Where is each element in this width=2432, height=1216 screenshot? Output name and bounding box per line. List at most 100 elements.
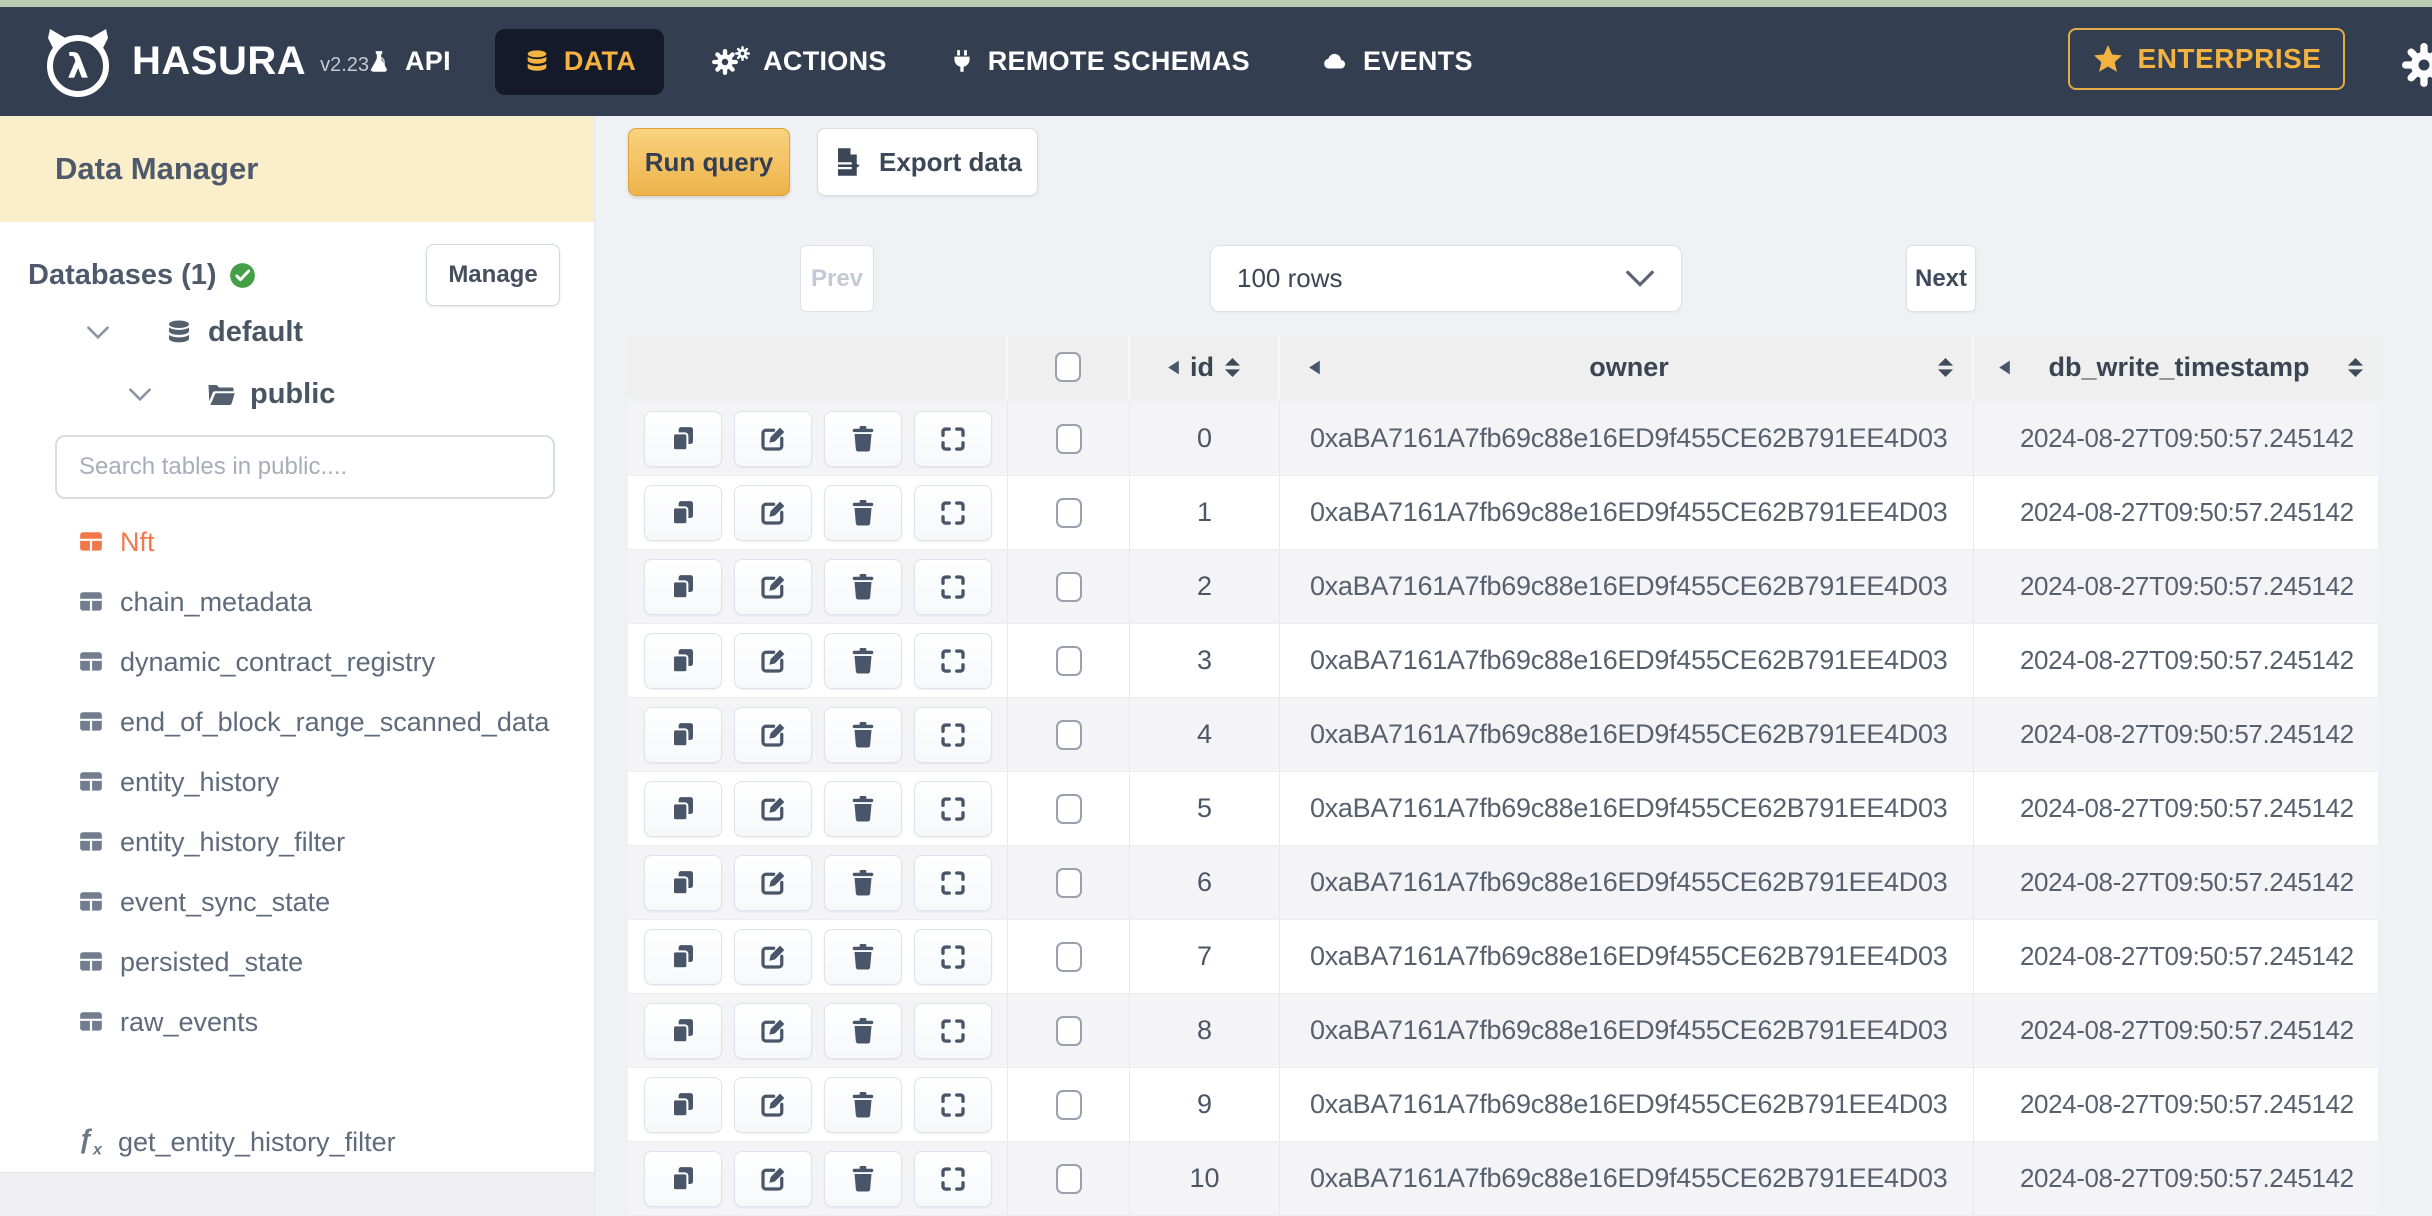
sort-icon[interactable] <box>1937 357 1954 378</box>
nav-item-remote-schemas[interactable]: REMOTE SCHEMAS <box>949 46 1250 77</box>
nav-item-actions[interactable]: ACTIONS <box>712 46 887 78</box>
header-cell-id[interactable]: id <box>1130 336 1280 398</box>
rows-per-page-select[interactable]: 100 rows <box>1210 245 1682 312</box>
delete-row-button[interactable] <box>824 632 902 689</box>
copy-row-button[interactable] <box>644 780 722 837</box>
nav-item-api[interactable]: API <box>366 46 451 77</box>
next-page-button[interactable]: Next <box>1906 245 1976 312</box>
delete-row-button[interactable] <box>824 1002 902 1059</box>
edit-row-button[interactable] <box>734 854 812 911</box>
sidebar-table-item[interactable]: persisted_state <box>78 932 578 992</box>
cell-id: 3 <box>1130 624 1280 697</box>
collapse-column-icon[interactable] <box>1308 359 1321 376</box>
row-checkbox[interactable] <box>1055 1089 1082 1120</box>
sidebar-table-item[interactable]: end_of_block_range_scanned_data <box>78 692 578 752</box>
edit-row-button[interactable] <box>734 484 812 541</box>
expand-row-button[interactable] <box>914 928 992 985</box>
copy-row-button[interactable] <box>644 928 722 985</box>
copy-row-button[interactable] <box>644 706 722 763</box>
copy-row-button[interactable] <box>644 484 722 541</box>
expand-row-button[interactable] <box>914 484 992 541</box>
expand-row-button[interactable] <box>914 1150 992 1207</box>
header-cell-owner[interactable]: owner <box>1280 336 1974 398</box>
row-checkbox[interactable] <box>1055 497 1082 528</box>
row-checkbox[interactable] <box>1055 1163 1082 1194</box>
collapse-column-icon[interactable] <box>1998 359 2011 376</box>
copy-row-button[interactable] <box>644 1076 722 1133</box>
search-tables-input[interactable] <box>55 435 555 499</box>
sidebar-function-item[interactable]: ƒx get_entity_history_filter <box>78 1112 396 1172</box>
chevron-down-icon[interactable] <box>128 387 152 402</box>
copy-row-button[interactable] <box>644 632 722 689</box>
settings-gear-icon[interactable] <box>2402 43 2432 92</box>
chevron-down-icon[interactable] <box>86 325 110 340</box>
edit-row-button[interactable] <box>734 1150 812 1207</box>
nav-item-data[interactable]: DATA <box>494 28 665 95</box>
hasura-logo-icon[interactable]: λ <box>40 24 116 100</box>
copy-row-button[interactable] <box>644 558 722 615</box>
row-checkbox[interactable] <box>1055 941 1082 972</box>
copy-row-button[interactable] <box>644 1002 722 1059</box>
collapse-column-icon[interactable] <box>1167 359 1180 376</box>
sidebar-table-item[interactable]: Nft <box>78 512 578 572</box>
delete-row-button[interactable] <box>824 484 902 541</box>
delete-row-button[interactable] <box>824 854 902 911</box>
edit-row-button[interactable] <box>734 1002 812 1059</box>
delete-row-button[interactable] <box>824 558 902 615</box>
delete-row-button[interactable] <box>824 410 902 467</box>
sidebar-table-item[interactable]: entity_history <box>78 752 578 812</box>
sidebar-table-item[interactable]: entity_history_filter <box>78 812 578 872</box>
expand-row-button[interactable] <box>914 854 992 911</box>
edit-row-button[interactable] <box>734 780 812 837</box>
run-query-button[interactable]: Run query <box>628 128 790 196</box>
manage-button[interactable]: Manage <box>426 244 560 306</box>
edit-row-button[interactable] <box>734 706 812 763</box>
export-data-button[interactable]: Export data <box>817 128 1038 196</box>
expand-row-button[interactable] <box>914 780 992 837</box>
header-cell-db-write-timestamp[interactable]: db_write_timestamp <box>1974 336 2378 398</box>
row-checkbox[interactable] <box>1055 867 1082 898</box>
expand-row-button[interactable] <box>914 410 992 467</box>
sidebar-table-item[interactable]: chain_metadata <box>78 572 578 632</box>
delete-row-button[interactable] <box>824 928 902 985</box>
enterprise-button[interactable]: ENTERPRISE <box>2068 28 2345 90</box>
edit-row-button[interactable] <box>734 410 812 467</box>
sidebar: Data Manager Databases (1) Manage defaul… <box>0 116 595 1216</box>
prev-page-button[interactable]: Prev <box>800 245 874 312</box>
row-checkbox[interactable] <box>1055 719 1082 750</box>
row-checkbox[interactable] <box>1055 571 1082 602</box>
tree-node-schema-public[interactable]: public <box>128 378 335 411</box>
sort-icon[interactable] <box>1224 357 1241 378</box>
expand-row-button[interactable] <box>914 632 992 689</box>
edit-row-button[interactable] <box>734 928 812 985</box>
delete-row-button[interactable] <box>824 780 902 837</box>
table-icon <box>78 529 104 555</box>
row-checkbox[interactable] <box>1055 793 1082 824</box>
expand-row-button[interactable] <box>914 558 992 615</box>
sidebar-table-item[interactable]: event_sync_state <box>78 872 578 932</box>
delete-row-button[interactable] <box>824 706 902 763</box>
edit-row-button[interactable] <box>734 558 812 615</box>
row-checkbox[interactable] <box>1055 423 1082 454</box>
delete-row-button[interactable] <box>824 1076 902 1133</box>
sidebar-table-item[interactable]: raw_events <box>78 992 578 1052</box>
row-checkbox[interactable] <box>1055 1015 1082 1046</box>
sidebar-table-item[interactable]: dynamic_contract_registry <box>78 632 578 692</box>
row-actions-cell <box>628 550 1008 623</box>
edit-row-button[interactable] <box>734 1076 812 1133</box>
expand-row-button[interactable] <box>914 1002 992 1059</box>
delete-row-button[interactable] <box>824 1150 902 1207</box>
tree-node-database-default[interactable]: default <box>86 316 303 349</box>
copy-row-button[interactable] <box>644 854 722 911</box>
expand-row-button[interactable] <box>914 1076 992 1133</box>
table-row: 6 0xaBA7161A7fb69c88e16ED9f455CE62B791EE… <box>628 846 2378 920</box>
select-all-checkbox[interactable] <box>1055 352 1081 382</box>
expand-row-button[interactable] <box>914 706 992 763</box>
table-name: chain_metadata <box>120 586 313 617</box>
row-checkbox[interactable] <box>1055 645 1082 676</box>
copy-row-button[interactable] <box>644 410 722 467</box>
sort-icon[interactable] <box>2347 357 2364 378</box>
copy-row-button[interactable] <box>644 1150 722 1207</box>
nav-item-events[interactable]: EVENTS <box>1320 46 1473 77</box>
edit-row-button[interactable] <box>734 632 812 689</box>
